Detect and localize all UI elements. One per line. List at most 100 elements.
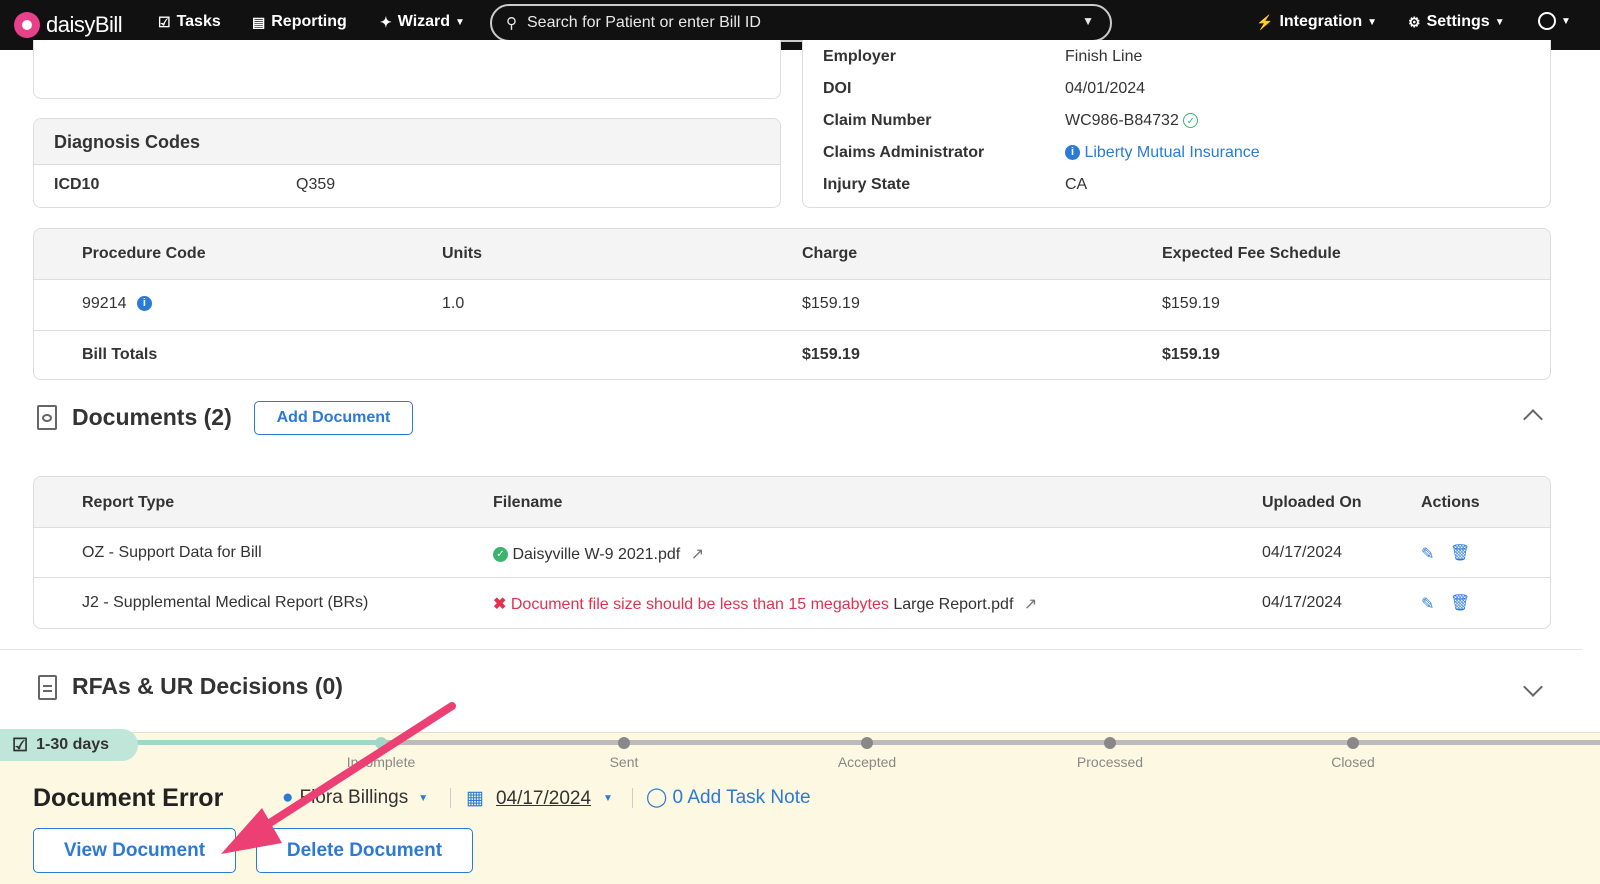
filename-text: Daisyville W-9 2021.pdf xyxy=(512,546,681,563)
nav-wizard[interactable]: ✦ Wizard ▼ xyxy=(380,13,465,31)
add-task-note-link[interactable]: ◯ 0 Add Task Note xyxy=(646,786,811,809)
row-divider xyxy=(34,330,1550,331)
edit-pencil-icon[interactable]: ✎ xyxy=(1421,594,1434,614)
diagnosis-codes-card: Diagnosis Codes ICD10 Q359 xyxy=(33,118,781,208)
nav-tasks[interactable]: ☑ Tasks xyxy=(158,13,221,31)
nav-integration[interactable]: ⚡ Integration ▼ xyxy=(1256,13,1377,31)
chevron-down-icon: ▼ xyxy=(1561,15,1571,27)
bar-chart-icon: ▤ xyxy=(252,13,266,30)
bill-totals-charge: $159.19 xyxy=(802,346,860,363)
task-note-text: 0 Add Task Note xyxy=(672,787,811,808)
bill-totals-expected: $159.19 xyxy=(1162,346,1220,363)
nav-settings[interactable]: ⚙ Settings ▼ xyxy=(1408,13,1505,31)
col-procedure-code: Procedure Code xyxy=(82,245,206,262)
filename-cell: ✖ Document file size should be less than… xyxy=(493,594,1037,614)
rfas-title: RFAs & UR Decisions (0) xyxy=(72,673,343,699)
clipboard-check-icon: ☑ xyxy=(12,734,29,755)
success-check-icon: ✓ xyxy=(493,547,508,563)
trash-icon[interactable]: 🗑 xyxy=(1450,593,1470,613)
col-units: Units xyxy=(442,245,482,262)
step-dot-accepted xyxy=(861,737,873,749)
chevron-down-icon[interactable] xyxy=(1523,677,1543,697)
search-input[interactable]: ⚲ Search for Patient or enter Bill ID ▼ xyxy=(490,4,1112,42)
injury-state-label: Injury State xyxy=(823,176,911,193)
clipboard-check-icon: ☑ xyxy=(158,13,171,30)
claim-info-card: Employer Finish Line DOI 04/01/2024 Clai… xyxy=(802,40,1551,208)
search-icon: ⚲ xyxy=(506,15,517,32)
nav-settings-label: Settings xyxy=(1426,13,1490,30)
error-x-icon: ✖ xyxy=(493,596,507,613)
assignee-dropdown[interactable]: ● Flora Billings ▼ xyxy=(282,787,428,809)
col-charge: Charge xyxy=(802,245,858,262)
bill-totals-label: Bill Totals xyxy=(82,346,158,363)
status-title: Document Error xyxy=(33,784,224,812)
chevron-down-icon[interactable]: ▼ xyxy=(1082,14,1094,28)
daisybill-logo[interactable]: daisyBill xyxy=(14,12,123,38)
claim-number-value: WC986-B84732 ✓ xyxy=(1065,112,1199,130)
chevron-down-icon: ▼ xyxy=(455,16,465,28)
logo-text: daisyBill xyxy=(46,12,123,37)
step-label-processed: Processed xyxy=(1076,754,1144,770)
verified-check-icon: ✓ xyxy=(1183,113,1199,129)
search-placeholder: Search for Patient or enter Bill ID xyxy=(527,14,761,31)
col-filename: Filename xyxy=(493,494,563,511)
documents-table: Report Type Filename Uploaded On Actions… xyxy=(33,476,1551,629)
col-expected-fee: Expected Fee Schedule xyxy=(1162,245,1341,262)
documents-title: Documents (2) xyxy=(72,404,232,430)
lightning-icon: ⚡ xyxy=(1256,13,1274,30)
info-icon[interactable]: i xyxy=(136,296,152,312)
employer-label: Employer xyxy=(823,48,896,65)
step-dot-sent xyxy=(618,737,630,749)
chevron-up-icon[interactable] xyxy=(1523,409,1543,429)
expected-fee-cell: $159.19 xyxy=(1162,295,1220,312)
nav-integration-label: Integration xyxy=(1279,13,1363,30)
charge-cell: $159.19 xyxy=(802,295,860,312)
edit-pencil-icon[interactable]: ✎ xyxy=(1421,544,1434,564)
col-uploaded-on: Uploaded On xyxy=(1262,494,1362,511)
status-date: 04/17/2024 xyxy=(495,787,592,809)
delete-document-button[interactable]: Delete Document xyxy=(256,828,473,873)
nav-reporting-label: Reporting xyxy=(271,13,347,30)
trash-icon[interactable]: 🗑 xyxy=(1450,543,1470,563)
nav-wizard-label: Wizard xyxy=(397,13,451,30)
view-document-button[interactable]: View Document xyxy=(33,828,236,873)
pdf-file-icon xyxy=(37,405,57,430)
units-cell: 1.0 xyxy=(442,295,465,312)
nav-reporting[interactable]: ▤ Reporting xyxy=(252,13,347,31)
chevron-down-icon: ▼ xyxy=(1494,16,1505,28)
gear-icon: ⚙ xyxy=(1408,13,1421,30)
col-actions: Actions xyxy=(1421,494,1480,511)
uploaded-on-cell: 04/17/2024 xyxy=(1262,594,1343,611)
col-report-type: Report Type xyxy=(82,494,175,511)
procedure-code-text: 99214 xyxy=(82,295,127,312)
step-dot-processed xyxy=(1104,737,1116,749)
claims-admin-text: Liberty Mutual Insurance xyxy=(1084,144,1260,161)
daisy-logo-icon xyxy=(14,12,40,38)
claims-admin-link[interactable]: i Liberty Mutual Insurance xyxy=(1065,144,1260,162)
add-document-button[interactable]: Add Document xyxy=(254,401,413,435)
icd10-label: ICD10 xyxy=(54,176,100,193)
injury-state-value: CA xyxy=(1065,176,1088,193)
diagnosis-title: Diagnosis Codes xyxy=(54,132,201,152)
user-menu[interactable]: ▼ xyxy=(1538,12,1571,30)
chevron-down-icon: ▼ xyxy=(1367,16,1378,28)
date-dropdown[interactable]: ▦ 04/17/2024 ▼ xyxy=(466,787,613,810)
external-link-icon[interactable]: ↗ xyxy=(691,546,704,563)
user-avatar-icon xyxy=(1538,12,1556,30)
filename-cell: ✓ Daisyville W-9 2021.pdf ↗ xyxy=(493,544,704,564)
divider xyxy=(632,788,633,808)
claim-number-label: Claim Number xyxy=(823,112,932,129)
step-label-closed: Closed xyxy=(1331,754,1375,770)
row-divider xyxy=(34,577,1550,578)
step-dot-closed xyxy=(1347,737,1359,749)
employer-value: Finish Line xyxy=(1065,48,1143,65)
assignee-name: Flora Billings xyxy=(299,787,409,808)
doi-value: 04/01/2024 xyxy=(1065,80,1146,97)
external-link-icon[interactable]: ↗ xyxy=(1024,596,1037,613)
document-icon xyxy=(38,675,57,700)
report-type-cell: J2 - Supplemental Medical Report (BRs) xyxy=(82,594,369,611)
days-badge-text: 1-30 days xyxy=(36,736,110,753)
patient-card xyxy=(33,40,781,99)
claim-number-text: WC986-B84732 xyxy=(1065,112,1179,129)
filename-text: Large Report.pdf xyxy=(893,596,1014,613)
